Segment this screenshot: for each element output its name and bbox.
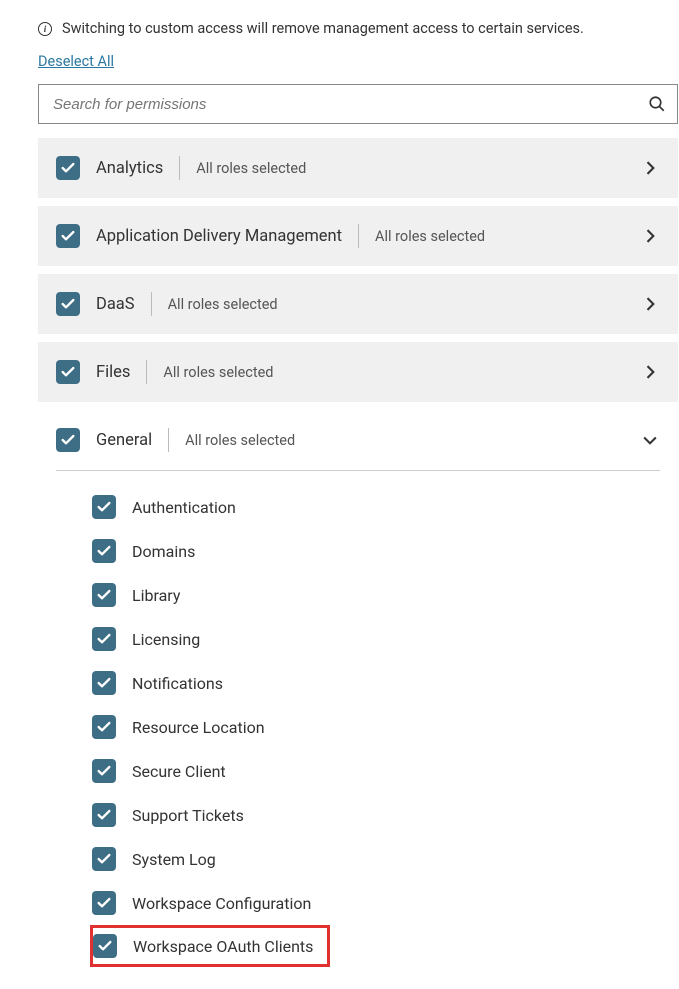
sub-item-authentication[interactable]: Authentication [92, 485, 660, 529]
checkbox-files[interactable] [56, 360, 80, 384]
divider-line [56, 470, 660, 471]
info-icon: i [38, 22, 52, 36]
checkbox-support-tickets[interactable] [92, 803, 116, 827]
section-label: General [96, 431, 152, 450]
sub-item-workspace-oauth-clients[interactable]: Workspace OAuth Clients [92, 925, 660, 967]
chevron-down-icon [640, 430, 660, 450]
checkbox-adm[interactable] [56, 224, 80, 248]
sub-item-support-tickets[interactable]: Support Tickets [92, 793, 660, 837]
section-status: All roles selected [163, 364, 273, 381]
section-status: All roles selected [375, 228, 485, 245]
checkbox-notifications[interactable] [92, 671, 116, 695]
info-text: Switching to custom access will remove m… [62, 20, 584, 37]
search-wrapper [38, 84, 678, 124]
checkbox-secure-client[interactable] [92, 759, 116, 783]
divider [151, 292, 152, 316]
checkbox-general[interactable] [56, 428, 80, 452]
sub-label: Domains [132, 542, 195, 561]
section-label: Files [96, 363, 130, 382]
divider [358, 224, 359, 248]
section-daas[interactable]: DaaS All roles selected [38, 274, 678, 334]
section-status: All roles selected [185, 432, 295, 449]
checkbox-daas[interactable] [56, 292, 80, 316]
sub-label: Secure Client [132, 762, 226, 781]
sub-item-workspace-configuration[interactable]: Workspace Configuration [92, 881, 660, 925]
checkbox-library[interactable] [92, 583, 116, 607]
checkbox-authentication[interactable] [92, 495, 116, 519]
chevron-right-icon [640, 362, 660, 382]
sub-item-library[interactable]: Library [92, 573, 660, 617]
sub-label: Library [132, 586, 180, 605]
section-label: Analytics [96, 159, 163, 178]
section-adm[interactable]: Application Delivery Management All role… [38, 206, 678, 266]
checkbox-domains[interactable] [92, 539, 116, 563]
section-general: General All roles selected Authenticatio… [38, 410, 678, 975]
sub-item-licensing[interactable]: Licensing [92, 617, 660, 661]
general-subitems: Authentication Domains Library Licensing [56, 485, 660, 975]
sub-label: Workspace Configuration [132, 894, 311, 913]
sub-label: Workspace OAuth Clients [133, 937, 313, 956]
sub-item-system-log[interactable]: System Log [92, 837, 660, 881]
sub-label: Licensing [132, 630, 200, 649]
sub-item-domains[interactable]: Domains [92, 529, 660, 573]
divider [168, 428, 169, 452]
checkbox-resource-location[interactable] [92, 715, 116, 739]
checkbox-licensing[interactable] [92, 627, 116, 651]
sub-label: System Log [132, 850, 216, 869]
chevron-right-icon [640, 226, 660, 246]
section-label: DaaS [96, 295, 135, 314]
sub-label: Resource Location [132, 718, 265, 737]
divider [179, 156, 180, 180]
section-files[interactable]: Files All roles selected [38, 342, 678, 402]
section-status: All roles selected [196, 160, 306, 177]
section-analytics[interactable]: Analytics All roles selected [38, 138, 678, 198]
chevron-right-icon [640, 294, 660, 314]
section-label: Application Delivery Management [96, 227, 342, 246]
sub-item-secure-client[interactable]: Secure Client [92, 749, 660, 793]
search-icon [648, 95, 666, 113]
info-banner: i Switching to custom access will remove… [38, 20, 679, 37]
divider [146, 360, 147, 384]
deselect-all-link[interactable]: Deselect All [38, 53, 114, 70]
search-input[interactable] [38, 84, 678, 124]
checkbox-system-log[interactable] [92, 847, 116, 871]
checkbox-workspace-oauth-clients[interactable] [93, 934, 117, 958]
sub-label: Authentication [132, 498, 236, 517]
chevron-right-icon [640, 158, 660, 178]
checkbox-workspace-configuration[interactable] [92, 891, 116, 915]
section-status: All roles selected [168, 296, 278, 313]
checkbox-analytics[interactable] [56, 156, 80, 180]
sub-label: Notifications [132, 674, 223, 693]
sub-label: Support Tickets [132, 806, 244, 825]
sub-item-resource-location[interactable]: Resource Location [92, 705, 660, 749]
sub-item-notifications[interactable]: Notifications [92, 661, 660, 705]
section-general-header[interactable]: General All roles selected [56, 428, 660, 470]
highlight-box: Workspace OAuth Clients [90, 925, 330, 967]
